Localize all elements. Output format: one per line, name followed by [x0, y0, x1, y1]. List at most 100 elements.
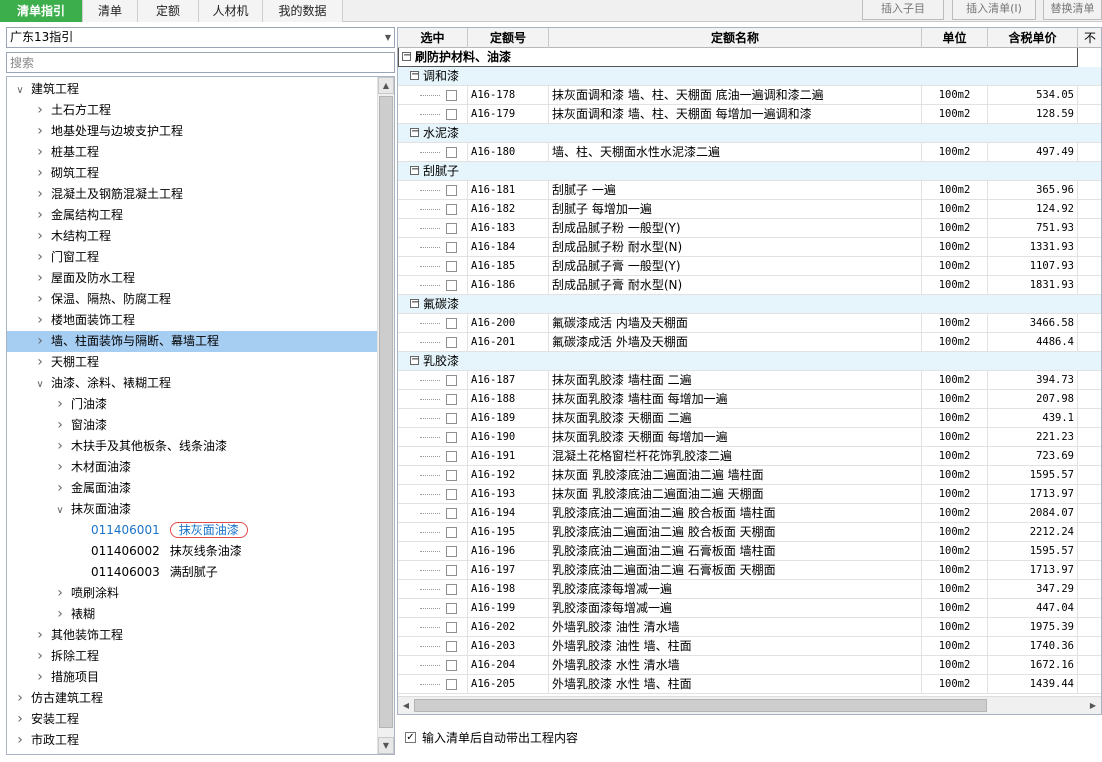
grid-item-row[interactable]: A16-202 外墙乳胶漆 油性 清水墙 100m2 1975.39 — [398, 618, 1101, 637]
collapse-chevron-icon[interactable]: › — [33, 247, 47, 268]
tree-item[interactable]: › 拆除工程 — [7, 646, 367, 667]
tree-item[interactable]: › 喷刷涂料 — [7, 583, 367, 604]
grid-item-row[interactable]: A16-192 抹灰面 乳胶漆底油二遍面油二遍 墙柱面 100m2 1595.57 — [398, 466, 1101, 485]
grid-item-row[interactable]: A16-205 外墙乳胶漆 水性 墙、柱面 100m2 1439.44 — [398, 675, 1101, 694]
tree-item[interactable]: › 天棚工程 — [7, 352, 367, 373]
scroll-thumb[interactable] — [379, 96, 393, 728]
row-checkbox[interactable] — [446, 451, 457, 462]
collapse-chevron-icon[interactable]: › — [33, 121, 47, 142]
collapse-chevron-icon[interactable]: › — [53, 436, 67, 457]
row-checkbox[interactable] — [446, 261, 457, 272]
expand-chevron-icon[interactable]: ∨ — [33, 374, 47, 395]
grid-item-row[interactable]: A16-199 乳胶漆面漆每增减一遍 100m2 447.04 — [398, 599, 1101, 618]
collapse-chevron-icon[interactable]: › — [33, 646, 47, 667]
header-select[interactable]: 选中 — [398, 28, 468, 48]
collapse-chevron-icon[interactable]: › — [53, 604, 67, 625]
insert-list-button[interactable]: 插入清单(I) — [952, 0, 1036, 20]
grid-item-row[interactable]: A16-193 抹灰面 乳胶漆底油二遍面油二遍 天棚面 100m2 1713.97 — [398, 485, 1101, 504]
tree-item[interactable]: › 楼地面装饰工程 — [7, 310, 367, 331]
tree-item[interactable]: › 桩基工程 — [7, 142, 367, 163]
grid-item-row[interactable]: A16-188 抹灰面乳胶漆 墙柱面 每增加一遍 100m2 207.98 — [398, 390, 1101, 409]
tab-list[interactable]: 清单 — [83, 0, 138, 22]
row-checkbox[interactable] — [446, 584, 457, 595]
grid-group-row[interactable]: − 刷防护材料、油漆 — [398, 48, 1078, 67]
tree-item[interactable]: 011406001 抹灰面油漆 — [7, 520, 367, 541]
collapse-minus-icon[interactable]: − — [410, 70, 419, 80]
chevron-down-icon[interactable]: ▼ — [385, 28, 391, 47]
collapse-chevron-icon[interactable]: › — [33, 268, 47, 289]
collapse-chevron-icon[interactable]: › — [33, 184, 47, 205]
tree-item[interactable]: ∨ 抹灰面油漆 — [7, 499, 367, 520]
row-checkbox[interactable] — [446, 223, 457, 234]
row-checkbox[interactable] — [446, 660, 457, 671]
tree-item[interactable]: › 金属结构工程 — [7, 205, 367, 226]
collapse-chevron-icon[interactable]: › — [53, 415, 67, 436]
collapse-chevron-icon[interactable]: › — [33, 100, 47, 121]
grid-item-row[interactable]: A16-196 乳胶漆底油二遍面油二遍 石膏板面 墙柱面 100m2 1595.57 — [398, 542, 1101, 561]
grid-item-row[interactable]: A16-179 抹灰面调和漆 墙、柱、天棚面 每增加一遍调和漆 100m2 128.5… — [398, 105, 1101, 124]
row-checkbox[interactable] — [446, 204, 457, 215]
grid-group-row[interactable]: − 乳胶漆 — [398, 352, 1101, 371]
scroll-thumb[interactable] — [414, 699, 987, 712]
search-input[interactable] — [6, 52, 395, 73]
expand-chevron-icon[interactable]: ∨ — [53, 500, 67, 521]
tree-item[interactable]: › 裱糊 — [7, 604, 367, 625]
header-price[interactable]: 含税单价 — [988, 28, 1078, 48]
row-checkbox[interactable] — [446, 470, 457, 481]
tree-item[interactable]: › 屋面及防水工程 — [7, 268, 367, 289]
grid-item-row[interactable]: A16-200 氟碳漆成活 内墙及天棚面 100m2 3466.58 — [398, 314, 1101, 333]
row-checkbox[interactable] — [446, 109, 457, 120]
tab-labor-material-machine[interactable]: 人材机 — [199, 0, 263, 22]
tree-item[interactable]: › 安装工程 — [7, 709, 367, 730]
grid-item-row[interactable]: A16-185 刮成品腻子膏 一般型(Y) 100m2 1107.93 — [398, 257, 1101, 276]
row-checkbox[interactable] — [446, 489, 457, 500]
expand-chevron-icon[interactable]: ∨ — [13, 80, 27, 101]
collapse-chevron-icon[interactable]: › — [33, 310, 47, 331]
row-checkbox[interactable] — [446, 622, 457, 633]
row-checkbox[interactable] — [446, 565, 457, 576]
tree-item[interactable]: 011406002 抹灰线条油漆 — [7, 541, 367, 562]
collapse-minus-icon[interactable]: − — [410, 355, 419, 365]
row-checkbox[interactable] — [446, 185, 457, 196]
grid-item-row[interactable]: A16-189 抹灰面乳胶漆 天棚面 二遍 100m2 439.1 — [398, 409, 1101, 428]
collapse-chevron-icon[interactable]: › — [33, 625, 47, 646]
collapse-chevron-icon[interactable]: › — [53, 583, 67, 604]
tree-item[interactable]: › 其他装饰工程 — [7, 625, 367, 646]
grid-item-row[interactable]: A16-180 墙、柱、天棚面水性水泥漆二遍 100m2 497.49 — [398, 143, 1101, 162]
auto-bring-checkbox[interactable]: ✓ — [405, 732, 416, 743]
tree-item[interactable]: › 混凝土及钢筋混凝土工程 — [7, 184, 367, 205]
header-unit[interactable]: 单位 — [922, 28, 988, 48]
scroll-up-icon[interactable]: ▲ — [378, 77, 394, 94]
collapse-chevron-icon[interactable]: › — [33, 163, 47, 184]
row-checkbox[interactable] — [446, 147, 457, 158]
row-checkbox[interactable] — [446, 280, 457, 291]
tab-quota[interactable]: 定额 — [138, 0, 199, 22]
row-checkbox[interactable] — [446, 679, 457, 690]
grid-item-row[interactable]: A16-190 抹灰面乳胶漆 天棚面 每增加一遍 100m2 221.23 — [398, 428, 1101, 447]
grid-item-row[interactable]: A16-194 乳胶漆底油二遍面油二遍 胶合板面 墙柱面 100m2 2084.07 — [398, 504, 1101, 523]
grid-group-row[interactable]: − 水泥漆 — [398, 124, 1101, 143]
tree-item[interactable]: › 措施项目 — [7, 667, 367, 688]
row-checkbox[interactable] — [446, 641, 457, 652]
tree-item[interactable]: › 窗油漆 — [7, 415, 367, 436]
collapse-chevron-icon[interactable]: › — [33, 205, 47, 226]
row-checkbox[interactable] — [446, 394, 457, 405]
row-checkbox[interactable] — [446, 508, 457, 519]
grid-item-row[interactable]: A16-195 乳胶漆底油二遍面油二遍 胶合板面 天棚面 100m2 2212.24 — [398, 523, 1101, 542]
row-checkbox[interactable] — [446, 603, 457, 614]
tree-item[interactable]: 011406003 满刮腻子 — [7, 562, 367, 583]
tree-item[interactable]: › 门窗工程 — [7, 247, 367, 268]
grid-item-row[interactable]: A16-183 刮成品腻子粉 一般型(Y) 100m2 751.93 — [398, 219, 1101, 238]
collapse-chevron-icon[interactable]: › — [13, 688, 27, 709]
header-code[interactable]: 定额号 — [468, 28, 549, 48]
scroll-right-icon[interactable]: ▶ — [1086, 698, 1100, 713]
collapse-chevron-icon[interactable]: › — [33, 289, 47, 310]
row-checkbox[interactable] — [446, 375, 457, 386]
header-extra[interactable]: 不 — [1078, 28, 1101, 48]
grid-horizontal-scrollbar[interactable]: ◀ ▶ — [398, 696, 1101, 714]
collapse-chevron-icon[interactable]: › — [33, 142, 47, 163]
tree-item[interactable]: ∨ 油漆、涂料、裱糊工程 — [7, 373, 367, 394]
tree-item[interactable]: › 地基处理与边坡支护工程 — [7, 121, 367, 142]
collapse-chevron-icon[interactable]: › — [53, 394, 67, 415]
grid-item-row[interactable]: A16-186 刮成品腻子膏 耐水型(N) 100m2 1831.93 — [398, 276, 1101, 295]
